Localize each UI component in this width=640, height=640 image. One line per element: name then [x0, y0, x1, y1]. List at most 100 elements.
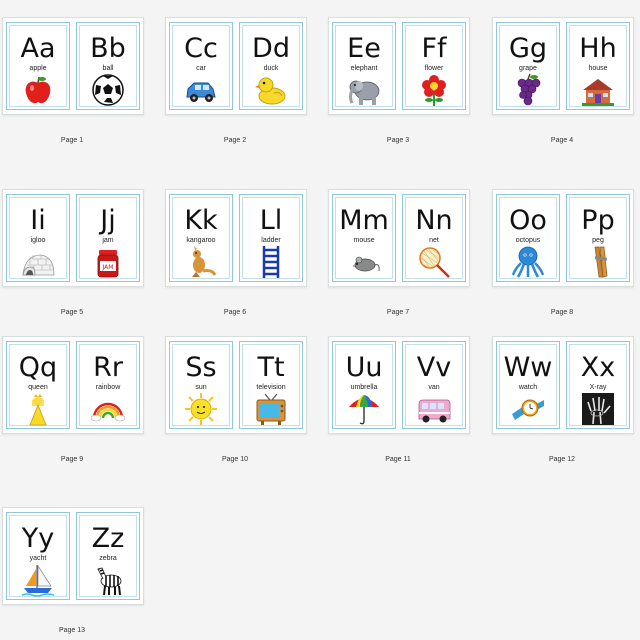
flashcard-word: van: [428, 384, 440, 391]
flashcard-letters: Mm: [339, 205, 389, 236]
flashcard-letters: Gg: [508, 33, 548, 64]
flashcard-page-2[interactable]: Cc car Dd duck: [165, 17, 307, 115]
flashcard-letters: Yy: [21, 523, 55, 554]
xray-icon: [581, 392, 615, 426]
flashcard-letters: Nn: [415, 205, 453, 236]
apple-icon: [21, 73, 55, 107]
flashcard-letters: Xx: [580, 352, 616, 383]
page-label: Page 6: [223, 309, 247, 316]
flashcard: Pp peg: [566, 194, 630, 282]
flashcard-word: zebra: [99, 555, 117, 562]
flashcard-page-11[interactable]: Uu umbrella Vv van: [328, 336, 470, 434]
flashcard-word: duck: [263, 65, 279, 72]
duck-icon: [254, 73, 288, 107]
flashcard-letters: Ff: [421, 33, 447, 64]
flashcard-page-10[interactable]: Ss sun Tt television: [165, 336, 307, 434]
flashcard: Tt television: [239, 341, 303, 429]
flashcard-letters: Qq: [18, 352, 58, 383]
flashcard-page-9[interactable]: Qq queen Rr rainbow: [2, 336, 144, 434]
flashcard-word: octopus: [515, 237, 541, 244]
flashcard-letters: Bb: [90, 33, 126, 64]
flashcard: Ww watch: [496, 341, 560, 429]
flashcard-page-5[interactable]: Ii igloo Jj jam JAM: [2, 189, 144, 287]
flashcard: Qq queen: [6, 341, 70, 429]
flashcard-letters: Ll: [259, 205, 283, 236]
flashcard-word: grape: [519, 65, 537, 72]
flashcard-word: ladder: [261, 237, 281, 244]
flashcard-letters: Ss: [185, 352, 217, 383]
flashcard-word: yacht: [29, 555, 47, 562]
page-label: Page 8: [550, 309, 574, 316]
flashcard-letters: Tt: [257, 352, 285, 383]
house-icon: [581, 73, 615, 107]
flashcard: Kk kangaroo: [169, 194, 233, 282]
flashcard-letters: Hh: [579, 33, 617, 64]
flashcard-letters: Ii: [30, 205, 46, 236]
flashcard: Hh house: [566, 22, 630, 110]
flashcard-word: igloo: [30, 237, 46, 244]
flashcard: Dd duck: [239, 22, 303, 110]
flashcard-letters: Ww: [503, 352, 553, 383]
flashcard-page-6[interactable]: Kk kangaroo Ll ladder: [165, 189, 307, 287]
page-label: Page 9: [60, 456, 84, 463]
page-label: Page 10: [221, 456, 249, 463]
flashcard-word: umbrella: [350, 384, 378, 391]
flashcard-letters: Jj: [100, 205, 116, 236]
flashcard-word: elephant: [350, 65, 378, 72]
flashcard-word: rainbow: [95, 384, 121, 391]
flashcard: Ii igloo: [6, 194, 70, 282]
flashcard: Zz zebra: [76, 512, 140, 600]
flashcard-letters: Ee: [347, 33, 381, 64]
page-label: Page 5: [60, 309, 84, 316]
flashcard-page-4[interactable]: Gg grape Hh house: [492, 17, 634, 115]
flashcard: Xx X-ray: [566, 341, 630, 429]
flashcard: Jj jam JAM: [76, 194, 140, 282]
flashcard-page-3[interactable]: Ee elephant Ff flower: [328, 17, 470, 115]
flashcard-word: sun: [195, 384, 207, 391]
flashcard-page-1[interactable]: Aa apple Bb ball: [2, 17, 144, 115]
flashcard-letters: Oo: [509, 205, 547, 236]
peg-icon: [581, 245, 615, 279]
car-icon: [184, 73, 218, 107]
flashcard-letters: Dd: [252, 33, 290, 64]
ladder-icon: [254, 245, 288, 279]
jam-icon: JAM: [91, 245, 125, 279]
page-label: Page 7: [386, 309, 410, 316]
sun-icon: [184, 392, 218, 426]
flashcard-page-8[interactable]: Oo octopus Pp peg: [492, 189, 634, 287]
flashcard: Bb ball: [76, 22, 140, 110]
page-label: Page 4: [550, 137, 574, 144]
flashcard: Yy yacht: [6, 512, 70, 600]
flashcard-letters: Uu: [345, 352, 383, 383]
flashcard-word: ball: [102, 65, 114, 72]
ball-icon: [91, 73, 125, 107]
flashcard-letters: Vv: [416, 352, 452, 383]
svg-text:JAM: JAM: [102, 264, 114, 271]
grape-icon: [511, 73, 545, 107]
flashcard: Oo octopus: [496, 194, 560, 282]
page-label: Page 11: [385, 456, 411, 463]
flashcard-word: house: [588, 65, 608, 72]
flashcard-letters: Kk: [184, 205, 218, 236]
kangaroo-icon: [184, 245, 218, 279]
flashcard-page-7[interactable]: Mm mouse Nn net: [328, 189, 470, 287]
mouse-icon: [347, 245, 381, 279]
van-icon: [417, 392, 451, 426]
flashcard-word: X-ray: [589, 384, 607, 391]
rainbow-icon: [91, 392, 125, 426]
flashcard-letters: Cc: [184, 33, 218, 64]
flashcard: Ff flower: [402, 22, 466, 110]
watch-icon: [511, 392, 545, 426]
net-icon: [417, 245, 451, 279]
flashcard-letters: Aa: [20, 33, 56, 64]
flashcard-page-13[interactable]: Yy yacht Zz zebra: [2, 507, 144, 605]
flashcard-word: flower: [424, 65, 444, 72]
flashcard: Aa apple: [6, 22, 70, 110]
flashcard: Vv van: [402, 341, 466, 429]
flashcard-word: television: [256, 384, 286, 391]
flashcard-letters: Zz: [91, 523, 125, 554]
flashcard: Ee elephant: [332, 22, 396, 110]
flashcard-page-12[interactable]: Ww watch Xx X-ray: [492, 336, 634, 434]
flashcard: Cc car: [169, 22, 233, 110]
igloo-icon: [21, 245, 55, 279]
